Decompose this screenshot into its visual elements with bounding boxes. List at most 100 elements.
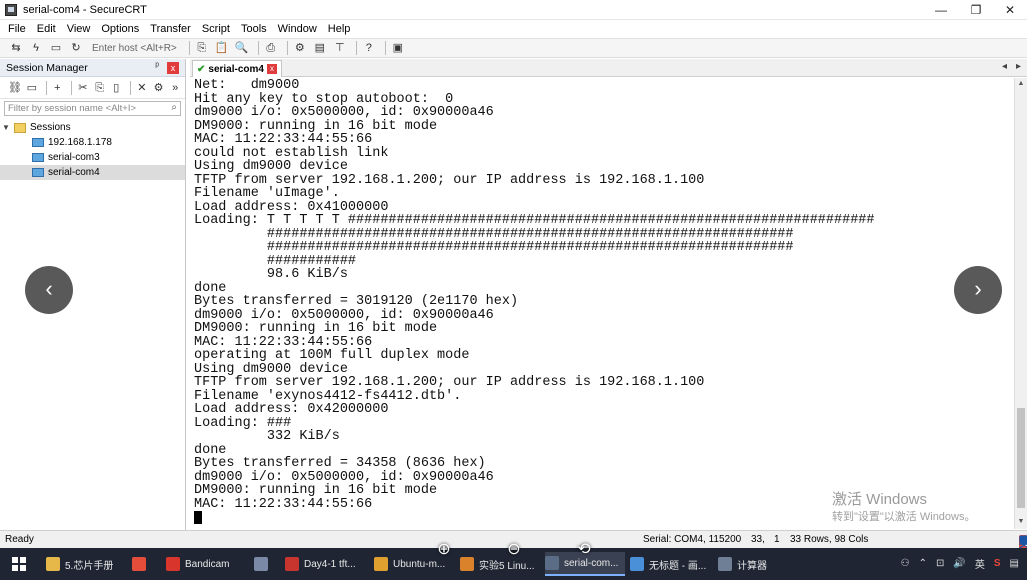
- app-icon: [630, 557, 644, 571]
- keymap-icon[interactable]: ⊤: [332, 40, 348, 56]
- status-connection: Serial: COM4, 115200: [643, 534, 742, 545]
- menu-file[interactable]: File: [8, 23, 26, 35]
- people-icon[interactable]: ⚇: [901, 558, 910, 569]
- more-icon[interactable]: »: [168, 80, 182, 96]
- terminal-output[interactable]: 激活 Windows 转到"设置"以激活 Windows。 Net: dm900…: [190, 78, 1014, 529]
- scrollbar-thumb[interactable]: [1017, 408, 1025, 508]
- reconnect-icon[interactable]: ↻: [68, 40, 84, 56]
- activate-windows-hint: 转到"设置"以激活 Windows。: [832, 511, 976, 523]
- app-icon: [374, 557, 388, 571]
- paste-icon[interactable]: 📋: [214, 40, 230, 56]
- help-icon[interactable]: ?: [361, 40, 377, 56]
- menu-bar: File Edit View Options Transfer Script T…: [0, 20, 1027, 38]
- zoom-out-icon[interactable]: ⊖: [504, 540, 524, 560]
- taskbar-app-label: 计算器: [737, 560, 767, 572]
- session-manager-header: Session Manager ᵖ x: [0, 59, 185, 77]
- toolbar-separator: [71, 80, 73, 95]
- taskbar-app-button[interactable]: 5.芯片手册: [46, 552, 128, 576]
- zoom-in-icon[interactable]: ⊕: [434, 540, 454, 560]
- scroll-up-icon[interactable]: ▲: [1015, 78, 1027, 90]
- scroll-down-icon[interactable]: ▼: [1015, 516, 1027, 528]
- taskbar-app-label: Day4-1 tft...: [304, 558, 356, 570]
- session-icon: [32, 168, 44, 177]
- app-icon: [254, 557, 268, 571]
- close-window-button[interactable]: ✕: [993, 0, 1027, 20]
- session-filter-input[interactable]: Filter by session name <Alt+I> ⌕: [4, 101, 181, 116]
- terminal-scrollbar[interactable]: ▲ ▼: [1014, 78, 1027, 529]
- previous-image-button[interactable]: ‹: [25, 266, 73, 314]
- tree-item-session[interactable]: 192.168.1.178: [0, 135, 185, 150]
- network-icon[interactable]: ⊡: [936, 558, 944, 569]
- next-image-button[interactable]: ›: [954, 266, 1002, 314]
- taskbar-app-label: 无标题 - 画...: [649, 560, 707, 572]
- menu-transfer[interactable]: Transfer: [150, 23, 191, 35]
- show-hidden-icons[interactable]: ⌃: [919, 558, 927, 569]
- tree-item-session[interactable]: serial-com3: [0, 150, 185, 165]
- pin-icon[interactable]: ᵖ: [155, 61, 159, 72]
- maximize-button[interactable]: ❐: [959, 0, 993, 20]
- app-icon: [545, 556, 559, 570]
- connected-check-icon: ✔: [197, 63, 206, 75]
- session-icon: [32, 153, 44, 162]
- taskbar-app-button[interactable]: [132, 552, 162, 576]
- print-icon[interactable]: ⎙: [263, 40, 279, 56]
- paste-icon[interactable]: ▯: [109, 80, 123, 96]
- toolbar-separator: [130, 80, 131, 95]
- status-row: 33,: [751, 534, 765, 545]
- menu-script[interactable]: Script: [202, 23, 230, 35]
- taskbar-app-button[interactable]: Bandicam: [166, 552, 250, 576]
- app-icon: [46, 557, 60, 571]
- taskbar-app-button[interactable]: 实验5 Linu...: [460, 552, 540, 576]
- sogou-tray-icon[interactable]: S: [994, 558, 1001, 569]
- copy-icon[interactable]: ⎘: [93, 80, 107, 96]
- menu-window[interactable]: Window: [278, 23, 317, 35]
- notification-icon[interactable]: ▤: [1010, 558, 1019, 569]
- tree-item-label: 192.168.1.178: [48, 137, 112, 148]
- menu-options[interactable]: Options: [101, 23, 139, 35]
- properties-icon[interactable]: ⚙: [152, 80, 166, 96]
- toolbar-separator: [188, 41, 190, 55]
- tree-folder-sessions[interactable]: ▼ Sessions: [0, 120, 185, 135]
- tree-item-session-selected[interactable]: serial-com4: [0, 165, 185, 180]
- enter-host-field[interactable]: Enter host <Alt+R>: [92, 43, 177, 54]
- volume-icon[interactable]: 🔊: [953, 558, 965, 569]
- rotate-icon[interactable]: ⟲: [574, 540, 594, 560]
- taskbar-app-button[interactable]: Day4-1 tft...: [285, 552, 369, 576]
- terminal-cursor: [194, 511, 202, 524]
- taskbar-app-button[interactable]: 计算器: [718, 552, 778, 576]
- terminal-line: Filename 'uImage'.: [194, 186, 340, 201]
- toolbar-separator: [286, 41, 288, 55]
- delete-icon[interactable]: ✕: [135, 80, 149, 96]
- connect-tab-icon[interactable]: ▭: [48, 40, 64, 56]
- quick-connect-icon[interactable]: ϟ: [28, 40, 44, 56]
- taskbar-app-button[interactable]: 无标题 - 画...: [630, 552, 712, 576]
- link-icon[interactable]: ⛓: [8, 80, 22, 96]
- global-options-icon[interactable]: ▤: [312, 40, 328, 56]
- ime-tools-icon[interactable]: ▦: [1019, 535, 1027, 546]
- cut-icon[interactable]: ✂: [76, 80, 90, 96]
- taskbar-app-button[interactable]: [254, 552, 282, 576]
- tab-serial-com4[interactable]: ✔ serial-com4 x: [192, 60, 282, 77]
- menu-help[interactable]: Help: [328, 23, 351, 35]
- tab-scroll-left-icon[interactable]: ◂: [1002, 61, 1007, 72]
- toolbar-separator: [384, 41, 386, 55]
- settings-icon[interactable]: ⚙: [292, 40, 308, 56]
- tray-ime-language[interactable]: 英: [975, 556, 985, 571]
- collapse-icon[interactable]: ▼: [0, 123, 12, 132]
- menu-edit[interactable]: Edit: [37, 23, 56, 35]
- new-session-icon[interactable]: +: [51, 80, 65, 96]
- connect-tab-icon[interactable]: ▭: [25, 80, 39, 96]
- terminal-line: Using dm9000 device: [194, 159, 348, 174]
- terminal-line: dm9000 i/o: 0x5000000, id: 0x90000a46: [194, 105, 494, 120]
- menu-view[interactable]: View: [67, 23, 91, 35]
- connect-icon[interactable]: ⇆: [8, 40, 24, 56]
- windows-start-icon[interactable]: [12, 557, 26, 571]
- copy-icon[interactable]: ⎘: [194, 40, 210, 56]
- close-session-manager-button[interactable]: x: [167, 62, 179, 74]
- find-icon[interactable]: 🔍: [234, 40, 250, 56]
- close-tab-button[interactable]: x: [267, 64, 277, 74]
- sftp-icon[interactable]: ▣: [390, 40, 406, 56]
- tab-scroll-right-icon[interactable]: ▸: [1016, 61, 1021, 72]
- minimize-button[interactable]: —: [924, 0, 958, 20]
- menu-tools[interactable]: Tools: [241, 23, 267, 35]
